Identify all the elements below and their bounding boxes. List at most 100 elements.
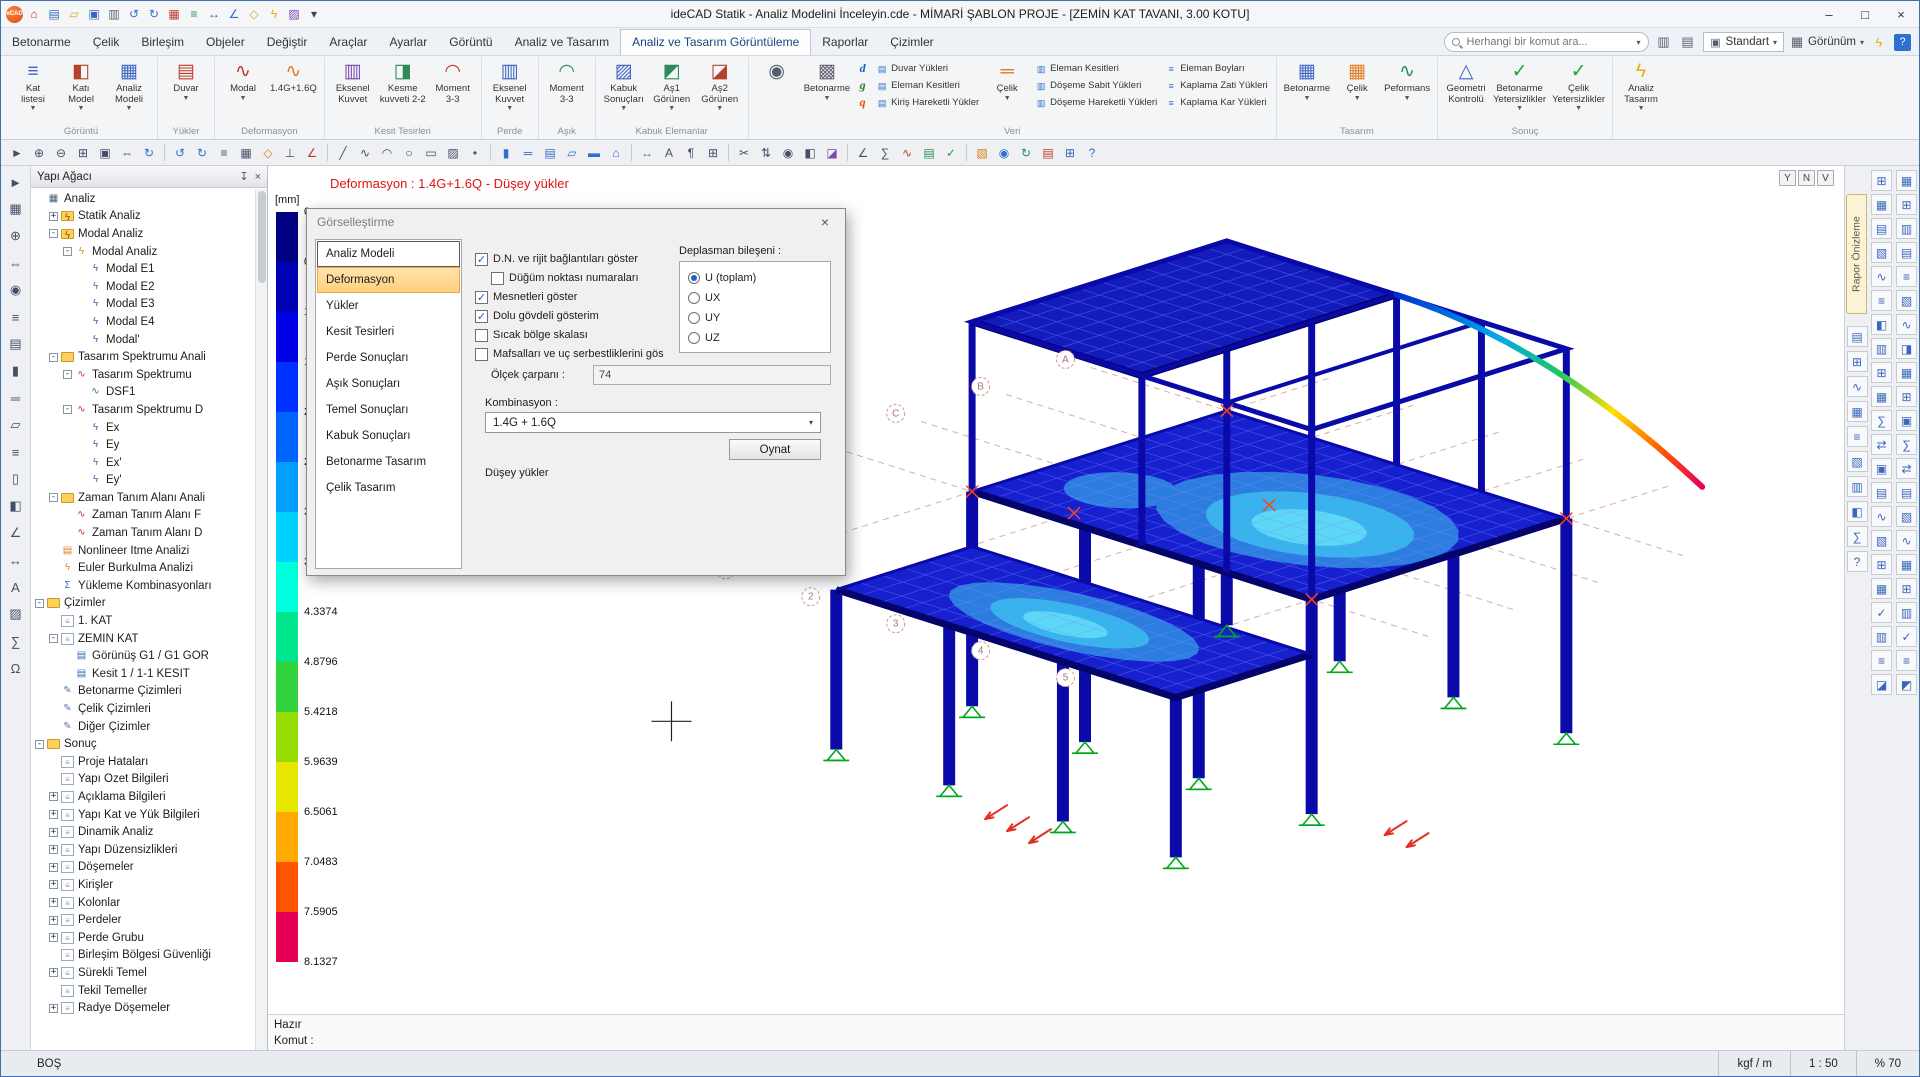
radio-ux[interactable]: UX [688, 290, 720, 305]
expand-icon[interactable]: + [49, 863, 58, 872]
tree-item-ey[interactable]: ϟEy [33, 436, 267, 454]
zoom-in-icon[interactable]: ⊕ [29, 143, 49, 163]
panel-icon[interactable]: ▣ [1896, 410, 1917, 431]
moment-3-3-button[interactable]: ◠Moment3-3 [543, 57, 591, 105]
layers-icon[interactable]: ≡ [214, 143, 234, 163]
maximize-button[interactable]: □ [1847, 1, 1883, 27]
eksenel-kuvvet-button[interactable]: ▥EksenelKuvvet▼ [486, 57, 534, 112]
checkbox-d-m-noktas-numaralar[interactable]: Düğüm noktası numaraları [491, 270, 639, 286]
zoom-window-icon[interactable]: ⊞ [73, 143, 93, 163]
dialog-nav-elik-tasar-m[interactable]: Çelik Tasarım [317, 475, 460, 501]
tree-item-modal[interactable]: ϟModal' [33, 331, 267, 349]
tree-item-modal-e1[interactable]: ϟModal E1 [33, 260, 267, 278]
duvar-y-kleri-button[interactable]: ▤Duvar Yükleri [876, 62, 979, 75]
measure-icon[interactable]: ↔ [205, 5, 223, 23]
calculate-icon[interactable]: ∑ [875, 143, 895, 163]
dialog-close-icon[interactable]: × [815, 214, 835, 230]
tree-item-tekil-temeller[interactable]: ≡Tekil Temeller [33, 982, 267, 1000]
lightning-icon[interactable]: ϟ [1870, 33, 1888, 51]
kaplama-kar-y-kleri-button[interactable]: ≡Kaplama Kar Yükleri [1165, 96, 1267, 109]
report-icon[interactable]: ▤ [1896, 242, 1917, 263]
tab-raporlar[interactable]: Raporlar [811, 30, 879, 55]
sum-icon[interactable]: ∑ [1847, 526, 1868, 547]
hatch-icon[interactable]: ▧ [1896, 290, 1917, 311]
play-button[interactable]: Oynat [729, 439, 821, 460]
help-icon[interactable]: ? [1847, 551, 1868, 572]
tree-item-yap-kat-ve-y-k-bilgileri[interactable]: +≡Yapı Kat ve Yük Bilgileri [33, 806, 267, 824]
radio-dot[interactable] [688, 292, 700, 304]
duvar-button[interactable]: ▤Duvar▼ [162, 57, 210, 102]
tab-elik[interactable]: Çelik [82, 30, 131, 55]
radio-uy[interactable]: UY [688, 310, 720, 325]
tree-item-proje-hatalar[interactable]: ≡Proje Hataları [33, 753, 267, 771]
chart-icon[interactable]: ∿ [1896, 530, 1917, 551]
zoom-extents-icon[interactable]: ▣ [95, 143, 115, 163]
dialog-nav-temel-sonu-lar[interactable]: Temel Sonuçları [317, 397, 460, 423]
new-file-icon[interactable]: ▤ [45, 5, 63, 23]
column-icon[interactable]: ▮ [5, 360, 27, 382]
measure-icon[interactable]: ∠ [853, 143, 873, 163]
dialog-nav-betonarme-tasar-m[interactable]: Betonarme Tasarım [317, 449, 460, 475]
dialog-nav-kabuk-sonu-lar[interactable]: Kabuk Sonuçları [317, 423, 460, 449]
tree-item-dinamik-analiz[interactable]: +≡Dinamik Analiz [33, 823, 267, 841]
standart-dropdown[interactable]: ▣ Standart ▾ [1703, 32, 1785, 52]
panel-icon[interactable]: ▣ [1871, 458, 1892, 479]
table-icon[interactable]: ⊞ [1896, 194, 1917, 215]
tab-betonarme[interactable]: Betonarme [1, 30, 82, 55]
betonarme-button[interactable]: ▦Betonarme▼ [1281, 57, 1333, 102]
open-file-icon[interactable]: ▱ [65, 5, 83, 23]
1-4g-1-6q-button[interactable]: ∿1.4G+1.6Q [267, 57, 320, 95]
beam-icon[interactable]: ═ [5, 387, 27, 409]
undo-view-icon[interactable]: ↺ [170, 143, 190, 163]
redo-view-icon[interactable]: ↻ [192, 143, 212, 163]
scrollbar-thumb[interactable] [258, 191, 266, 283]
table-icon[interactable]: ⊞ [1847, 351, 1868, 372]
moment-3-3-button[interactable]: ◠Moment3-3 [429, 57, 477, 105]
home-icon[interactable]: ⌂ [25, 5, 43, 23]
tab-analiz-ve-tasar-m-g-r-nt-leme[interactable]: Analiz ve Tasarım Görüntüleme [620, 29, 811, 55]
dialog-nav-analiz-modeli[interactable]: Analiz Modeli [317, 241, 460, 267]
unit-indicator[interactable]: kgf / m [1718, 1051, 1790, 1076]
eleman-boylar-button[interactable]: ≡Eleman Boyları [1165, 62, 1267, 75]
tree-item-zemi-n-kat[interactable]: -≡ZEMİN KAT [33, 630, 267, 648]
checkbox-mafsallar-ve-u-serbestliklerini-g-s[interactable]: Mafsalları ve uç serbestliklerini gös [475, 346, 664, 362]
d-eme-sabit-y-kleri-button[interactable]: ▥Döşeme Sabit Yükleri [1035, 79, 1157, 92]
analiz-tasar-m-button[interactable]: ϟAnalizTasarım▼ [1617, 57, 1665, 112]
collapse-icon[interactable]: - [49, 634, 58, 643]
select-icon[interactable]: ► [7, 143, 27, 163]
checkbox-mesnetleri-g-ster[interactable]: ✓Mesnetleri göster [475, 289, 577, 305]
point-icon[interactable]: • [465, 143, 485, 163]
elik-button[interactable]: ▦Çelik▼ [1333, 57, 1381, 102]
grid-icon[interactable]: ▦ [1896, 170, 1917, 191]
wall-icon[interactable]: ▤ [540, 143, 560, 163]
panel-icon[interactable]: ◨ [1896, 338, 1917, 359]
kat-model-button[interactable]: ◧KatıModel▼ [57, 57, 105, 112]
report-icon[interactable]: ▤ [1871, 218, 1892, 239]
tree-item-perdeler[interactable]: +≡Perdeler [33, 911, 267, 929]
tree-item-sonu[interactable]: -Sonuç [33, 735, 267, 753]
chart-icon[interactable]: ∿ [1871, 266, 1892, 287]
check-icon[interactable]: ✓ [1871, 602, 1892, 623]
redo-icon[interactable]: ↻ [145, 5, 163, 23]
eleman-kesitleri-button[interactable]: ▥Eleman Kesitleri [1035, 62, 1157, 75]
kiri-hareketli-y-kler-button[interactable]: ▤Kiriş Hareketli Yükler [876, 96, 979, 109]
export-icon[interactable]: ⇄ [1896, 458, 1917, 479]
hatch-icon[interactable]: ▧ [1871, 530, 1892, 551]
tree-item-modal-analiz[interactable]: -ϟModal Analiz [33, 225, 267, 243]
print-icon[interactable]: ▥ [1896, 602, 1917, 623]
stairs-icon[interactable]: ≡ [5, 441, 27, 463]
close-icon[interactable]: × [255, 171, 261, 183]
grid-icon[interactable]: ▦ [1896, 362, 1917, 383]
slab-icon[interactable]: ▱ [5, 414, 27, 436]
zoom-indicator[interactable]: % 70 [1856, 1051, 1919, 1076]
dialog-nav-y-kler[interactable]: Yükler [317, 293, 460, 319]
multi-select-icon[interactable]: ▦ [5, 198, 27, 220]
table-icon[interactable]: ⊞ [1896, 386, 1917, 407]
toggle-d-icon[interactable]: d [856, 62, 869, 75]
stack-icon[interactable]: ▤ [1679, 33, 1697, 51]
tree-item-tasar-m-spektrumu[interactable]: -∿Tasarım Spektrumu [33, 366, 267, 384]
combination-dropdown[interactable]: 1.4G + 1.6Q ▾ [485, 412, 821, 433]
table-icon[interactable]: ⊞ [1871, 362, 1892, 383]
chart-icon[interactable]: ∿ [1847, 376, 1868, 397]
tab-birle-im[interactable]: Birleşim [130, 30, 195, 55]
